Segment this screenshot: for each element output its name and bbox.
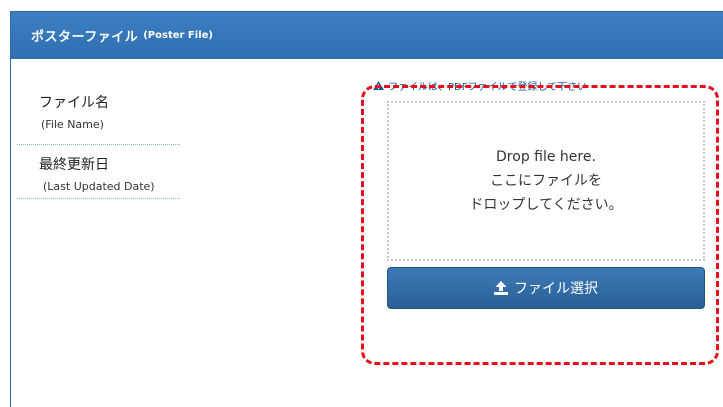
file-name-sublabel: (File Name): [41, 118, 104, 131]
select-file-button[interactable]: ファイル選択: [387, 267, 705, 309]
drop-text-line-1: Drop file here.: [496, 149, 596, 165]
upload-icon: [494, 281, 508, 295]
file-drop-zone[interactable]: Drop file here. ここにファイルを ドロップしてください。: [387, 101, 705, 261]
file-name-field: ファイル名 (File Name): [17, 90, 180, 145]
last-updated-sublabel: (Last Updated Date): [43, 180, 155, 193]
last-updated-label: 最終更新日: [39, 157, 109, 173]
panel-title: ポスターファイル: [31, 30, 139, 45]
drop-text-line-3: ドロップしてください。: [469, 197, 623, 213]
drop-text-line-2: ここにファイルを: [489, 173, 602, 189]
panel-header: ポスターファイル (Poster File): [11, 12, 723, 59]
last-updated-field: 最終更新日 (Last Updated Date): [17, 144, 180, 199]
panel-title-en: (Poster File): [143, 30, 213, 41]
select-file-button-label: ファイル選択: [514, 281, 598, 297]
drop-zone-text: Drop file here. ここにファイルを ドロップしてください。: [469, 145, 622, 217]
file-name-label: ファイル名: [39, 95, 109, 111]
